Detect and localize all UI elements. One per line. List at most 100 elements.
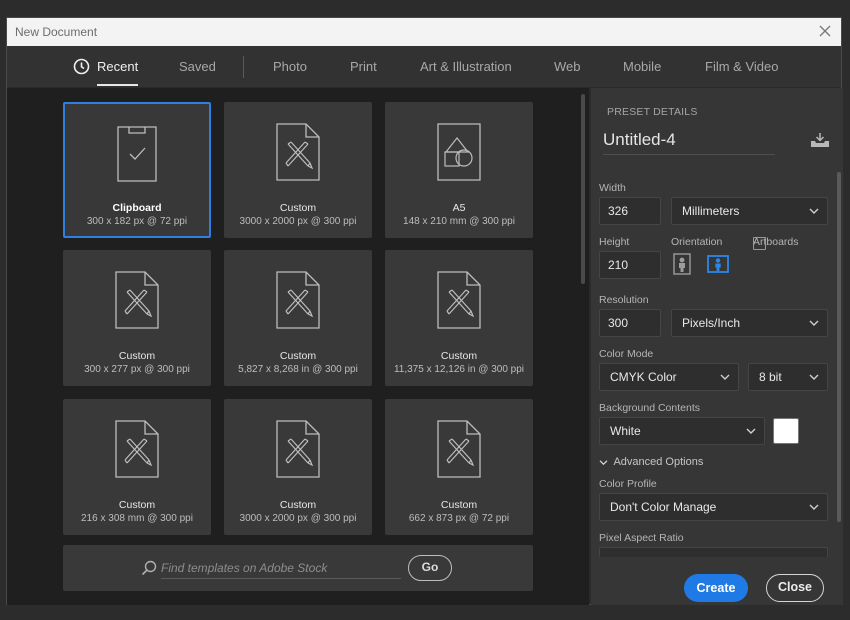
- tab-recent[interactable]: Recent: [73, 58, 139, 86]
- preset-card-custom[interactable]: Custom 3000 x 2000 px @ 300 ppi: [224, 399, 372, 535]
- window-title: New Document: [15, 25, 98, 39]
- preset-card-custom[interactable]: Custom 5,827 x 8,268 in @ 300 ppi: [224, 250, 372, 386]
- go-button[interactable]: Go: [408, 555, 452, 581]
- preset-card-a5[interactable]: A5 148 x 210 mm @ 300 ppi: [385, 102, 533, 238]
- preset-dimensions: 300 x 182 px @ 72 ppi: [86, 216, 188, 227]
- resolution-unit-value: Pixels/Inch: [682, 316, 741, 330]
- color-profile-label: Color Profile: [599, 478, 657, 490]
- tab-web[interactable]: Web: [554, 59, 581, 74]
- preset-dimensions: 148 x 210 mm @ 300 ppi: [403, 216, 515, 227]
- preset-name: A5: [452, 202, 466, 214]
- preset-card-custom[interactable]: Custom 662 x 873 px @ 72 ppi: [385, 399, 533, 535]
- new-document-dialog: New Document Recent Saved Photo Print Ar…: [6, 17, 843, 605]
- tab-film-video[interactable]: Film & Video: [705, 59, 778, 74]
- resolution-unit-select[interactable]: Pixels/Inch: [671, 309, 828, 337]
- landscape-orientation-icon[interactable]: [707, 253, 729, 275]
- shapes-document-icon: [437, 123, 481, 181]
- chevron-down-icon: [746, 428, 756, 434]
- save-preset-icon[interactable]: [810, 132, 830, 148]
- title-bar: New Document: [7, 18, 841, 46]
- preset-details-header: PRESET DETAILS: [607, 106, 698, 118]
- chevron-down-icon: [809, 504, 819, 510]
- preset-name: Clipboard: [112, 202, 162, 214]
- chevron-down-icon: [809, 320, 819, 326]
- width-label: Width: [599, 182, 626, 194]
- bit-depth-select[interactable]: 8 bit: [748, 363, 828, 391]
- width-unit-select[interactable]: Millimeters: [671, 197, 828, 225]
- advanced-options-label: Advanced Options: [613, 456, 704, 468]
- tab-photo[interactable]: Photo: [273, 59, 307, 74]
- preset-dimensions: 662 x 873 px @ 72 ppi: [408, 513, 510, 524]
- chevron-down-icon: [720, 374, 730, 380]
- tab-saved[interactable]: Saved: [179, 59, 216, 74]
- chevron-down-icon: [599, 459, 608, 465]
- tab-divider: [243, 56, 244, 78]
- preset-dimensions: 216 x 308 mm @ 300 ppi: [81, 513, 193, 524]
- orientation-label: Orientation: [671, 236, 723, 248]
- custom-document-icon: [276, 123, 320, 181]
- preset-name: Custom: [279, 499, 317, 511]
- clock-icon: [73, 58, 90, 75]
- preset-grid-scrollbar[interactable]: [581, 94, 585, 284]
- preset-dimensions: 300 x 277 px @ 300 ppi: [84, 364, 190, 375]
- background-contents-select[interactable]: White: [599, 417, 765, 445]
- preset-card-custom[interactable]: Custom 216 x 308 mm @ 300 ppi: [63, 399, 211, 535]
- close-button[interactable]: Close: [766, 574, 824, 602]
- preset-card-custom[interactable]: Custom 11,375 x 12,126 in @ 300 ppi: [385, 250, 533, 386]
- color-profile-value: Don't Color Manage: [610, 500, 717, 514]
- preset-dimensions: 3000 x 2000 px @ 300 ppi: [239, 513, 357, 524]
- search-icon: [141, 560, 157, 576]
- resolution-input[interactable]: 300: [599, 309, 661, 337]
- preset-card-custom[interactable]: Custom 300 x 277 px @ 300 ppi: [63, 250, 211, 386]
- resolution-label: Resolution: [599, 294, 649, 306]
- tab-print[interactable]: Print: [350, 59, 377, 74]
- custom-document-icon: [437, 420, 481, 478]
- details-scrollbar[interactable]: [837, 172, 841, 522]
- preset-name: Custom: [118, 499, 156, 511]
- bit-depth-value: 8 bit: [759, 370, 782, 384]
- custom-document-icon: [437, 271, 481, 329]
- stock-search-bar: Go: [63, 545, 533, 591]
- preset-dimensions: 11,375 x 12,126 in @ 300 ppi: [393, 364, 525, 375]
- close-icon[interactable]: [817, 23, 833, 39]
- preset-card-custom[interactable]: Custom 3000 x 2000 px @ 300 ppi: [224, 102, 372, 238]
- color-mode-select[interactable]: CMYK Color: [599, 363, 739, 391]
- background-contents-value: White: [610, 424, 641, 438]
- preset-dimensions: 3000 x 2000 px @ 300 ppi: [239, 216, 357, 227]
- width-input[interactable]: 326: [599, 197, 661, 225]
- height-label: Height: [599, 236, 630, 248]
- preset-details-panel: PRESET DETAILS Untitled-4 Width 326 Mill…: [591, 88, 843, 605]
- custom-document-icon: [276, 420, 320, 478]
- preset-dimensions: 5,827 x 8,268 in @ 300 ppi: [238, 364, 358, 375]
- custom-document-icon: [115, 420, 159, 478]
- preset-name: Custom: [440, 499, 478, 511]
- create-button[interactable]: Create: [684, 574, 748, 602]
- color-mode-label: Color Mode: [599, 348, 654, 360]
- height-input[interactable]: 210: [599, 251, 661, 279]
- advanced-options-toggle[interactable]: Advanced Options: [599, 456, 703, 468]
- preset-name: Custom: [118, 350, 156, 362]
- document-name-input[interactable]: Untitled-4: [603, 130, 775, 155]
- clipboard-icon: [117, 126, 157, 182]
- chevron-down-icon: [809, 374, 819, 380]
- custom-document-icon: [115, 271, 159, 329]
- preset-name: Custom: [279, 350, 317, 362]
- preset-category-tabs: Recent Saved Photo Print Art & Illustrat…: [7, 46, 841, 88]
- preset-browser: Clipboard 300 x 182 px @ 72 ppi Custom 3…: [7, 88, 589, 605]
- tab-mobile[interactable]: Mobile: [623, 59, 661, 74]
- color-mode-value: CMYK Color: [610, 370, 677, 384]
- tab-art-illustration[interactable]: Art & Illustration: [420, 59, 512, 74]
- width-unit-value: Millimeters: [682, 204, 740, 218]
- color-profile-select[interactable]: Don't Color Manage: [599, 493, 828, 521]
- preset-card-clipboard[interactable]: Clipboard 300 x 182 px @ 72 ppi: [63, 102, 211, 238]
- background-color-swatch[interactable]: [773, 418, 799, 444]
- pixel-aspect-ratio-select[interactable]: [599, 547, 828, 557]
- custom-document-icon: [276, 271, 320, 329]
- preset-name: Custom: [279, 202, 317, 214]
- tab-label: Recent: [97, 59, 139, 74]
- stock-search-input[interactable]: [161, 557, 401, 579]
- artboards-checkbox[interactable]: [753, 237, 766, 250]
- portrait-orientation-icon[interactable]: [671, 253, 693, 275]
- pixel-aspect-ratio-label: Pixel Aspect Ratio: [599, 532, 684, 544]
- chevron-down-icon: [809, 208, 819, 214]
